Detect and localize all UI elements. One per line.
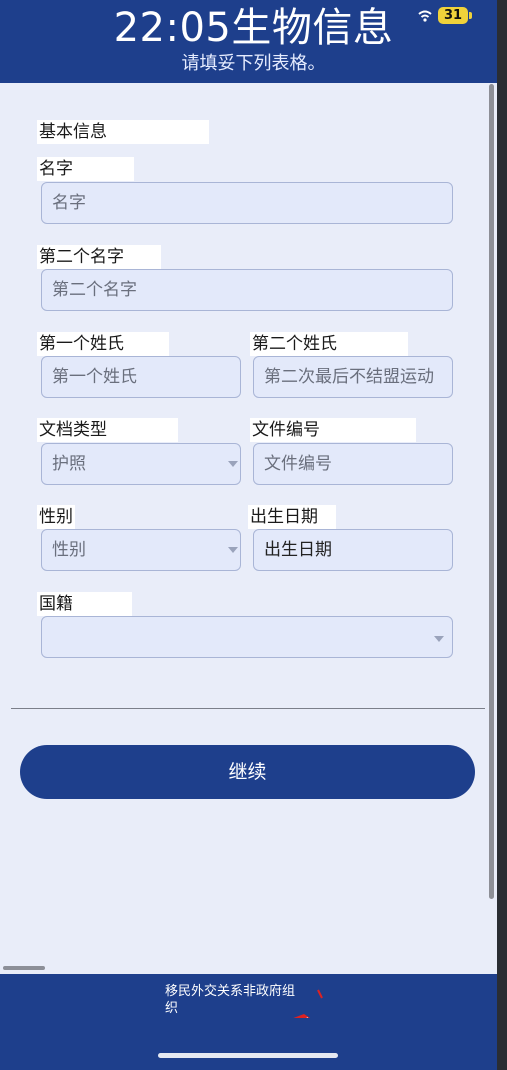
logo-icon — [293, 989, 323, 1018]
name-input[interactable]: 名字 — [41, 182, 453, 224]
gender-value: 性别 — [52, 540, 86, 560]
second-surname-label: 第二个姓氏 — [250, 332, 408, 356]
document-type-select[interactable]: 护照 — [41, 443, 241, 485]
nationality-select[interactable] — [41, 616, 453, 658]
middle-name-label: 第二个名字 — [37, 245, 161, 269]
home-indicator[interactable] — [158, 1053, 338, 1058]
status-bar: 31 — [418, 7, 473, 24]
birth-date-label: 出生日期 — [248, 505, 336, 529]
second-surname-input[interactable]: 第二次最后不结盟运动 — [253, 356, 453, 398]
document-type-value: 护照 — [52, 454, 86, 474]
continue-button[interactable]: 继续 — [20, 745, 475, 799]
document-number-input[interactable]: 文件编号 — [253, 443, 453, 485]
wifi-icon — [418, 10, 432, 22]
document-number-label: 文件编号 — [250, 418, 416, 442]
gender-select[interactable]: 性别 — [41, 529, 241, 571]
birth-date-input[interactable]: 出生日期 — [253, 529, 453, 571]
chevron-down-icon — [228, 461, 238, 467]
battery-indicator: 31 — [438, 7, 469, 24]
scrollbar[interactable] — [489, 84, 494, 899]
first-surname-input[interactable]: 第一个姓氏 — [41, 356, 241, 398]
app-header: 22:05生物信息 请填妥下列表格。 31 — [0, 0, 507, 83]
nationality-label: 国籍 — [37, 592, 132, 616]
battery-icon — [469, 12, 473, 19]
document-type-label: 文档类型 — [37, 418, 178, 442]
divider — [11, 708, 485, 709]
first-surname-label: 第一个姓氏 — [37, 332, 169, 356]
name-label: 名字 — [37, 157, 134, 181]
window-edge — [497, 0, 507, 1070]
chevron-down-icon — [228, 547, 238, 553]
page-subtitle: 请填妥下列表格。 — [181, 53, 326, 74]
section-title: 基本信息 — [37, 120, 209, 144]
chevron-down-icon — [434, 636, 444, 642]
scroll-handle[interactable] — [3, 966, 45, 970]
gender-label: 性别 — [37, 505, 75, 529]
middle-name-input[interactable]: 第二个名字 — [41, 269, 453, 311]
